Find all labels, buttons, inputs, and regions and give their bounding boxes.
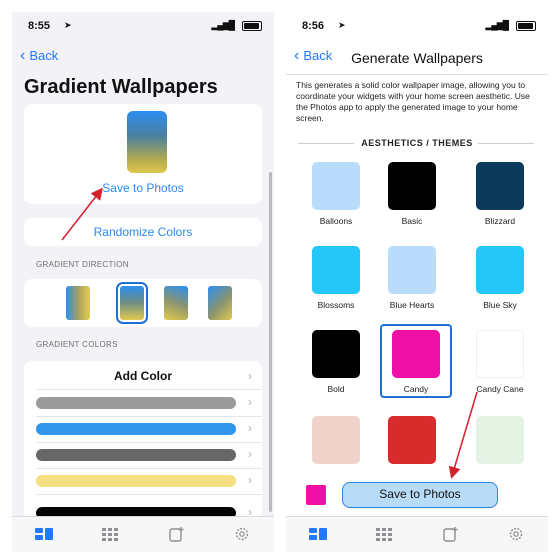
direction-vertical-selected[interactable] bbox=[116, 282, 148, 324]
color-row-yellow[interactable] bbox=[36, 475, 236, 487]
theme-label: Balloons bbox=[319, 216, 353, 226]
theme-blizzard[interactable]: Blizzard bbox=[468, 162, 532, 226]
location-arrow-icon: ➤ bbox=[338, 20, 346, 30]
grid-tab-icon[interactable] bbox=[374, 526, 394, 542]
chevron-left-icon: ‹ bbox=[20, 46, 26, 64]
navigation-bar: ‹ Back bbox=[12, 44, 274, 70]
theme-swatch bbox=[388, 416, 436, 464]
back-label: Back bbox=[29, 48, 59, 63]
theme-blossoms[interactable]: Blossoms bbox=[304, 246, 368, 310]
add-color-button[interactable]: Add Color bbox=[24, 369, 262, 383]
theme-swatch bbox=[476, 330, 524, 378]
color-row-gray[interactable] bbox=[36, 397, 236, 409]
theme-basic[interactable]: Basic bbox=[380, 162, 444, 226]
theme-swatch bbox=[476, 246, 524, 294]
divider bbox=[36, 468, 262, 469]
description-text: This generates a solid color wallpaper i… bbox=[296, 80, 530, 123]
widgets-tab-icon[interactable] bbox=[34, 526, 54, 542]
back-button[interactable]: ‹ Back bbox=[20, 46, 59, 64]
color-row-dark-gray[interactable] bbox=[36, 449, 236, 461]
direction-diagonal-b[interactable] bbox=[208, 286, 232, 320]
divider bbox=[36, 389, 262, 390]
direction-horizontal[interactable] bbox=[66, 286, 90, 320]
chevron-right-icon: › bbox=[248, 369, 252, 383]
theme-label: Bold bbox=[327, 384, 345, 394]
screenshot-comparison: 8:55 ➤ ▂▄▆█ ‹ Back Gradient Wallpapers S… bbox=[0, 0, 560, 560]
signal-icon: ▂▄▆█ bbox=[485, 20, 509, 30]
divider bbox=[286, 74, 548, 75]
divider bbox=[36, 442, 262, 443]
nav-title: Generate Wallpapers bbox=[351, 50, 483, 66]
theme-item-9[interactable] bbox=[304, 416, 368, 464]
settings-tab-icon[interactable] bbox=[506, 526, 526, 542]
status-time: 8:55 bbox=[28, 20, 51, 32]
save-to-photos-button[interactable]: Save to Photos bbox=[342, 482, 498, 508]
generate-wallpapers-screen: 8:56 ➤ ▂▄▆█ ‹ Back Generate Wallpapers T… bbox=[286, 12, 548, 552]
theme-item-10[interactable] bbox=[380, 416, 444, 464]
theme-swatch bbox=[476, 416, 524, 464]
widgets-tab-icon[interactable] bbox=[308, 526, 328, 542]
gradient-wallpapers-screen: 8:55 ➤ ▂▄▆█ ‹ Back Gradient Wallpapers S… bbox=[12, 12, 274, 552]
theme-swatch bbox=[392, 330, 440, 378]
navigation-bar: ‹ Back Generate Wallpapers bbox=[286, 44, 548, 70]
location-arrow-icon: ➤ bbox=[64, 20, 72, 30]
battery-icon bbox=[516, 21, 536, 31]
theme-item-11[interactable] bbox=[468, 416, 532, 464]
theme-swatch bbox=[388, 246, 436, 294]
theme-swatch bbox=[312, 330, 360, 378]
theme-balloons[interactable]: Balloons bbox=[304, 162, 368, 226]
divider bbox=[478, 143, 534, 144]
divider bbox=[36, 494, 262, 495]
gradient-colors-header: GRADIENT COLORS bbox=[36, 340, 118, 349]
direction-diagonal-a[interactable] bbox=[164, 286, 188, 320]
theme-candy[interactable]: Candy bbox=[380, 324, 452, 398]
status-time: 8:56 bbox=[302, 20, 325, 32]
add-widget-tab-icon[interactable] bbox=[440, 526, 460, 542]
page-title: Gradient Wallpapers bbox=[24, 76, 218, 98]
battery-icon bbox=[242, 21, 262, 31]
theme-bold[interactable]: Bold bbox=[304, 330, 368, 394]
theme-label: Basic bbox=[401, 216, 423, 226]
theme-candy-cane[interactable]: Candy Cane bbox=[468, 330, 532, 394]
chevron-right-icon: › bbox=[248, 395, 252, 409]
preview-card: Save to Photos bbox=[24, 104, 262, 204]
theme-label: Candy bbox=[403, 384, 429, 394]
theme-swatch bbox=[476, 162, 524, 210]
chevron-right-icon: › bbox=[248, 473, 252, 487]
theme-swatch bbox=[312, 246, 360, 294]
theme-swatch bbox=[312, 416, 360, 464]
wallpaper-preview bbox=[127, 111, 167, 173]
scrollbar[interactable] bbox=[269, 172, 272, 512]
theme-blue-sky[interactable]: Blue Sky bbox=[468, 246, 532, 310]
randomize-card: Randomize Colors bbox=[24, 218, 262, 246]
direction-picker bbox=[24, 279, 262, 327]
theme-label: Blue Sky bbox=[483, 300, 517, 310]
gradient-direction-header: GRADIENT DIRECTION bbox=[36, 260, 129, 269]
chevron-right-icon: › bbox=[248, 421, 252, 435]
selected-color-swatch bbox=[306, 485, 326, 505]
theme-swatch bbox=[388, 162, 436, 210]
theme-label: Candy Cane bbox=[476, 384, 524, 394]
status-bar: 8:55 ➤ ▂▄▆█ bbox=[12, 12, 274, 42]
gradient-colors-list: Add Color › › › › › › bbox=[24, 361, 262, 531]
tab-bar bbox=[12, 516, 274, 552]
color-row-blue[interactable] bbox=[36, 423, 236, 435]
theme-swatch bbox=[312, 162, 360, 210]
signal-icon: ▂▄▆█ bbox=[211, 20, 235, 30]
save-to-photos-button[interactable]: Save to Photos bbox=[24, 181, 262, 195]
settings-tab-icon[interactable] bbox=[232, 526, 252, 542]
tab-bar bbox=[286, 516, 548, 552]
theme-label: Blossoms bbox=[317, 300, 355, 310]
theme-label: Blizzard bbox=[484, 216, 516, 226]
status-bar: 8:56 ➤ ▂▄▆█ bbox=[286, 12, 548, 42]
add-widget-tab-icon[interactable] bbox=[166, 526, 186, 542]
divider bbox=[36, 416, 262, 417]
theme-blue-hearts[interactable]: Blue Hearts bbox=[380, 246, 444, 310]
randomize-colors-button[interactable]: Randomize Colors bbox=[24, 225, 262, 239]
grid-tab-icon[interactable] bbox=[100, 526, 120, 542]
chevron-right-icon: › bbox=[248, 447, 252, 461]
theme-label: Blue Hearts bbox=[389, 300, 435, 310]
bottom-action-bar: Save to Photos bbox=[286, 476, 548, 516]
